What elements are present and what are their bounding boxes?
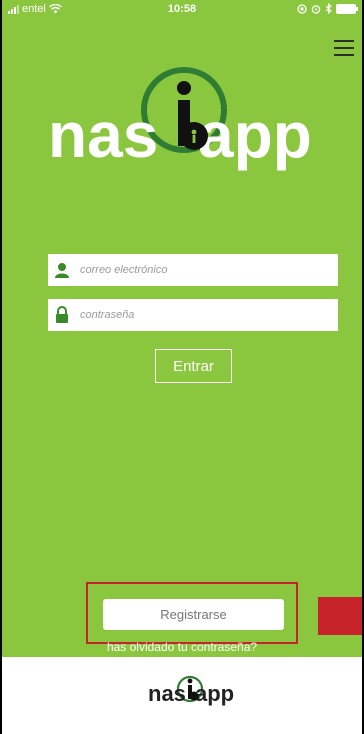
status-bar: entel 10:58	[0, 0, 364, 18]
login-button[interactable]: Entrar	[155, 349, 232, 383]
frame-edge-left	[0, 0, 2, 734]
forgot-password-link[interactable]: has olvidado tu contraseña?	[0, 640, 364, 654]
logo-text-nas: nas	[48, 99, 158, 171]
register-button[interactable]: Registrarse	[103, 599, 284, 630]
password-field[interactable]	[48, 299, 338, 331]
orientation-lock-icon	[297, 3, 307, 14]
footer-logo-text-nas: nas	[148, 681, 186, 706]
logo-text-app: app	[198, 99, 312, 171]
lock-icon	[48, 299, 76, 331]
email-field[interactable]	[48, 254, 338, 286]
battery-icon	[336, 3, 358, 14]
password-input[interactable]	[76, 309, 324, 321]
footer-logo: nas app	[148, 675, 234, 706]
status-right	[297, 3, 358, 14]
user-icon	[48, 254, 76, 286]
menu-icon[interactable]	[334, 40, 354, 56]
app-screen: entel 10:58 nas app correo electrónico E…	[0, 0, 364, 734]
footer: nas app	[0, 657, 364, 734]
footer-logo-text-app: app	[195, 681, 234, 706]
nasapp-logo: nas app	[48, 67, 312, 171]
bluetooth-icon	[325, 3, 332, 14]
side-tab[interactable]	[318, 597, 364, 635]
email-input[interactable]	[76, 264, 324, 276]
alarm-icon	[311, 4, 321, 14]
